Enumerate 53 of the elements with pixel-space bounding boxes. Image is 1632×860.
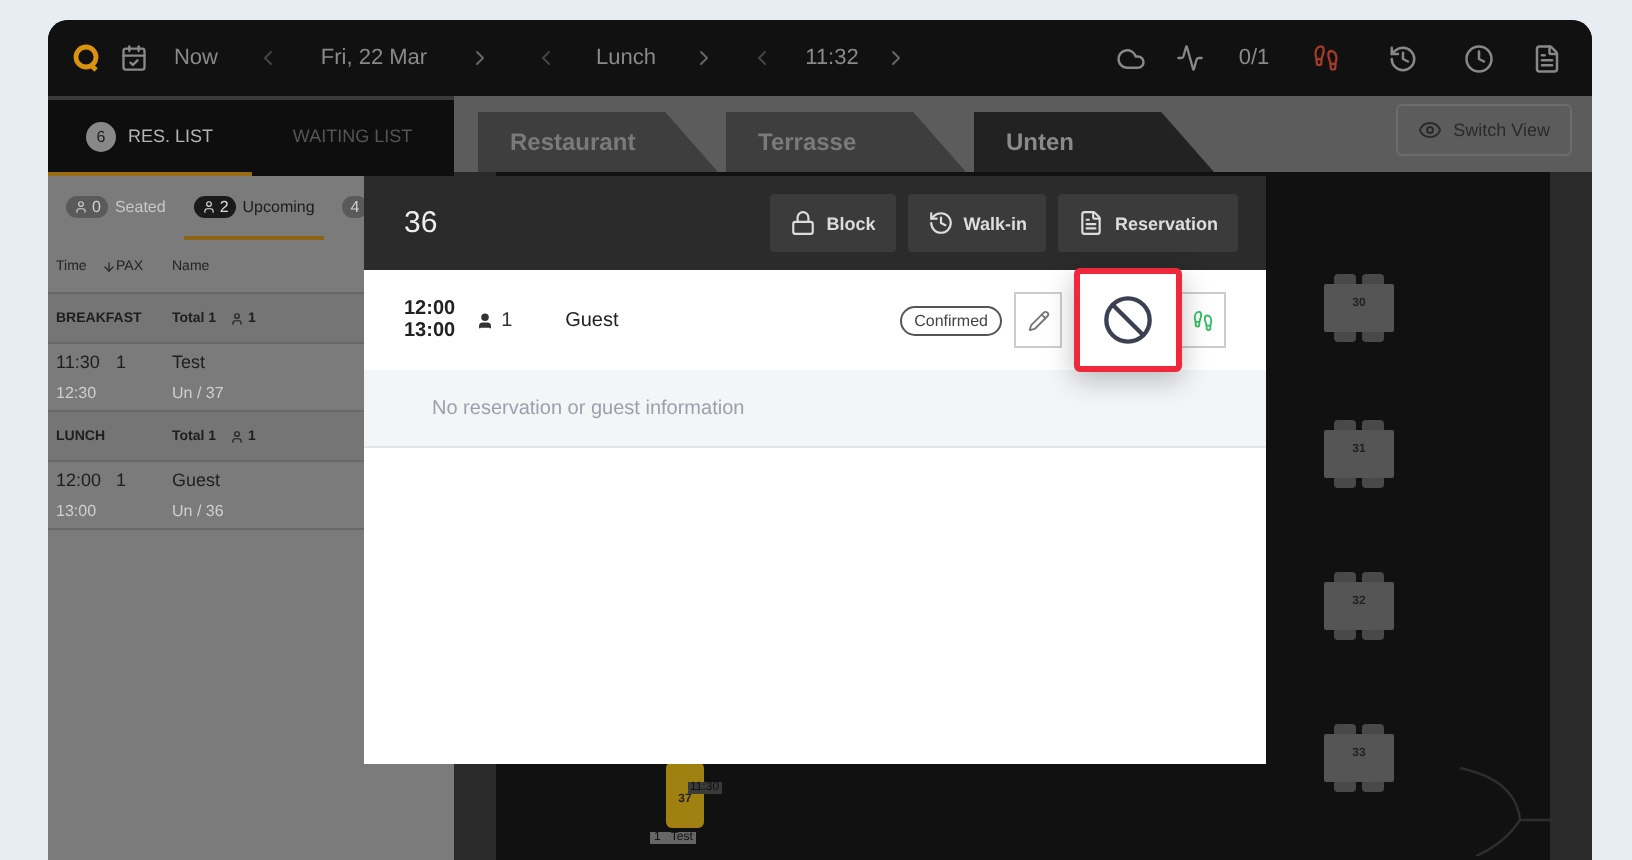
meal-label: Lunch [594, 46, 658, 70]
count-badge: 2 [193, 195, 237, 217]
table-label: Un / 37 [172, 384, 224, 402]
action-button[interactable]: Walk-in [907, 194, 1047, 252]
arrow-down-icon[interactable] [100, 259, 116, 273]
tab-label: RES. LIST [127, 126, 213, 146]
filter-tab[interactable]: 0 Seated [56, 176, 176, 240]
pencil-icon [1027, 309, 1049, 331]
start-time: 12:00 [56, 470, 104, 490]
filter-tab[interactable]: 2 Upcoming [183, 176, 325, 240]
table-label: Un / 36 [172, 502, 224, 520]
action-button[interactable]: Block [770, 194, 896, 252]
end-time: 12:30 [56, 384, 99, 402]
cancel-button[interactable] [1074, 268, 1182, 372]
list-tab[interactable]: 6 RES. LIST [48, 100, 251, 176]
floor-tab[interactable]: Terrasse [726, 112, 966, 172]
floor-tab[interactable]: Unten [974, 112, 1214, 172]
eye-icon [1417, 118, 1442, 142]
document-icon [1078, 210, 1105, 236]
dialog-title: 36 [404, 206, 438, 240]
count-badge: 0 [66, 195, 109, 217]
pax-count: 1 [116, 352, 129, 372]
edit-button[interactable] [1014, 292, 1062, 348]
seat-button[interactable] [1178, 292, 1226, 348]
info-message: No reservation or guest information [364, 370, 1266, 448]
floor-tab[interactable]: Restaurant [478, 112, 718, 172]
guest-name: Test [172, 352, 206, 372]
list-tab[interactable]: WAITING LIST [251, 100, 454, 176]
person-icon [475, 311, 496, 329]
guest-name: Guest [172, 470, 221, 490]
person-icon [228, 311, 245, 325]
now-button[interactable]: Now [160, 46, 232, 70]
action-button[interactable]: Reservation [1058, 194, 1238, 252]
pax-count: 1 [116, 470, 129, 490]
start-time: 12:00 [404, 298, 456, 320]
end-time: 13:00 [56, 502, 99, 520]
guest-name: Guest [565, 309, 619, 331]
filter-label: Seated [114, 197, 166, 215]
time-label: 11:32 [803, 46, 861, 70]
footprints-icon [1191, 309, 1213, 331]
tab-label: WAITING LIST [292, 126, 413, 146]
counter-label: 0/1 [1236, 46, 1272, 70]
history-icon [927, 210, 954, 236]
filter-label: Upcoming [242, 197, 315, 215]
end-time: 13:00 [404, 320, 456, 342]
ban-icon [1102, 294, 1154, 346]
count-badge: 6 [85, 121, 116, 151]
status-badge: Confirmed [900, 305, 1002, 335]
date-label: Fri, 22 Mar [318, 46, 430, 70]
lock-icon [790, 210, 817, 236]
pax-count: 1 [501, 309, 515, 331]
start-time: 11:30 [56, 352, 102, 372]
person-icon [228, 429, 245, 443]
